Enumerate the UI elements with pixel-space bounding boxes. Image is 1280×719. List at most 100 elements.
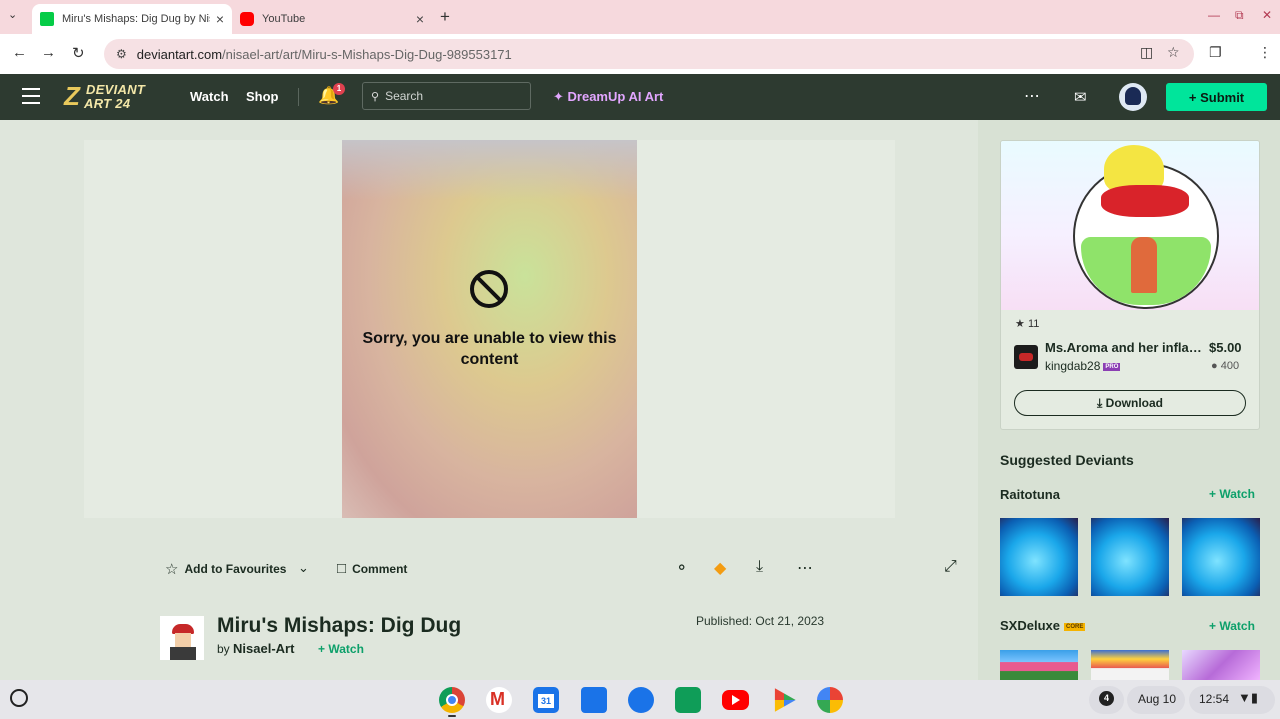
blocked-artwork[interactable]: Sorry, you are unable to view this conte… xyxy=(342,140,637,518)
site-info-icon[interactable]: ⚙ xyxy=(116,47,127,61)
more-options-icon[interactable]: ⋯ xyxy=(1024,86,1041,106)
back-icon[interactable]: ← xyxy=(12,44,27,61)
published-date: Published: Oct 21, 2023 xyxy=(696,614,825,628)
browser-tab-bar: ⌄ Miru's Mishaps: Dig Dug by Nis × YouTu… xyxy=(0,0,1280,34)
seller-name[interactable]: kingdab28 PRO xyxy=(1045,359,1121,373)
deviant-watch-button[interactable]: + Watch xyxy=(1209,619,1255,633)
byline: by Nisael-Art xyxy=(217,641,294,656)
new-tab-icon[interactable]: + xyxy=(440,7,450,27)
search-input[interactable] xyxy=(385,89,516,103)
close-tab-icon[interactable]: × xyxy=(216,11,224,27)
seller-avatar[interactable] xyxy=(1014,345,1038,369)
install-app-icon[interactable]: ◫ xyxy=(1140,44,1153,61)
deviant-thumbnail[interactable] xyxy=(1182,518,1260,596)
restore-icon[interactable]: ⧉ xyxy=(1235,8,1244,23)
badge-gem-icon[interactable]: ◆ xyxy=(714,558,726,578)
url-path: /nisael-art/art/Miru-s-Mishaps-Dig-Dug-9… xyxy=(222,46,512,62)
shop-item-price: $5.00 xyxy=(1209,340,1242,355)
photos-icon[interactable] xyxy=(817,687,843,713)
wifi-battery-icon: ▼▮ xyxy=(1238,690,1259,705)
core-badge: CORE xyxy=(1063,623,1086,631)
nav-shop[interactable]: Shop xyxy=(246,89,279,104)
deviant-name[interactable]: Raitotuna xyxy=(1000,487,1060,502)
nav-watch[interactable]: Watch xyxy=(190,89,229,104)
submit-button[interactable]: + Submit xyxy=(1166,83,1267,111)
deviant-thumbnail[interactable] xyxy=(1091,518,1169,596)
pro-badge: PRO xyxy=(1103,363,1121,371)
notification-badge: 1 xyxy=(333,83,345,95)
chrome-icon[interactable] xyxy=(439,687,465,713)
search-icon: ⚲ xyxy=(371,90,380,103)
extensions-icon[interactable]: ❐ xyxy=(1209,44,1222,61)
tray-time: 12:54 xyxy=(1199,692,1230,706)
close-tab-icon[interactable]: × xyxy=(416,11,424,27)
forward-icon[interactable]: → xyxy=(41,44,56,61)
address-bar[interactable]: ⚙ deviantart.com/nisael-art/art/Miru-s-M… xyxy=(104,39,1194,69)
close-window-icon[interactable]: ✕ xyxy=(1262,8,1272,22)
deviant-thumbnail[interactable] xyxy=(1091,650,1169,680)
deviant-watch-button[interactable]: + Watch xyxy=(1209,487,1255,501)
play-store-icon[interactable] xyxy=(774,688,796,712)
url-domain: deviantart.com xyxy=(136,46,223,62)
tab-title: YouTube xyxy=(262,13,306,25)
tab-title: Miru's Mishaps: Dig Dug by Nis xyxy=(62,13,210,25)
favourites-count: ★ 11 xyxy=(1015,317,1039,330)
favourite-star-icon: ★ xyxy=(1015,318,1025,330)
by-label: by xyxy=(217,642,230,656)
add-to-favourites-button[interactable]: ☆ Add to Favourites xyxy=(165,560,286,578)
gmail-icon[interactable] xyxy=(486,687,512,713)
comment-button[interactable]: □ Comment xyxy=(337,560,407,577)
author-avatar[interactable] xyxy=(160,616,204,660)
logo-text-line1: DEVIANT xyxy=(86,82,146,97)
dreamup-link[interactable]: ✦ DreamUp AI Art xyxy=(553,89,663,105)
download-icon[interactable]: ⤓ xyxy=(756,558,763,576)
reload-icon[interactable]: ↻ xyxy=(72,44,85,62)
watch-label: Watch xyxy=(1219,619,1255,633)
shop-item-title[interactable]: Ms.Aroma and her inflated xyxy=(1045,340,1203,355)
author-link[interactable]: Nisael-Art xyxy=(233,641,294,656)
divider xyxy=(298,88,299,106)
shop-item-thumbnail[interactable] xyxy=(1001,141,1259,310)
points-icon: ● xyxy=(1211,360,1218,372)
add-fav-label: Add to Favourites xyxy=(184,562,287,576)
deviant-thumbnail[interactable] xyxy=(1000,650,1078,680)
more-actions-icon[interactable]: ⋯ xyxy=(797,558,813,578)
search-box[interactable]: ⚲ xyxy=(362,82,531,110)
chevron-down-icon[interactable]: ⌄ xyxy=(298,560,309,576)
suggested-deviants-heading: Suggested Deviants xyxy=(1000,452,1134,468)
comment-icon: □ xyxy=(337,560,347,577)
main-content: Sorry, you are unable to view this conte… xyxy=(0,120,978,680)
messages-icon[interactable] xyxy=(628,687,654,713)
bookmark-star-icon[interactable]: ☆ xyxy=(1167,44,1180,61)
shop-item-card[interactable]: ★ 11 Ms.Aroma and her inflated $5.00 kin… xyxy=(1000,140,1260,430)
youtube-favicon-icon xyxy=(240,12,254,26)
logo-text-line2: ART 24 xyxy=(84,96,131,111)
hamburger-menu-icon[interactable] xyxy=(22,88,40,104)
tab-deviantart[interactable]: Miru's Mishaps: Dig Dug by Nis × xyxy=(32,4,232,34)
download-button[interactable]: ⤓ Download xyxy=(1014,390,1246,416)
points-value: 400 xyxy=(1220,360,1240,372)
deviant-thumbnail[interactable] xyxy=(1000,518,1078,596)
dreamup-label: DreamUp AI Art xyxy=(567,89,664,104)
browser-menu-icon[interactable]: ⋮ xyxy=(1258,44,1272,61)
blocked-message: Sorry, you are unable to view this conte… xyxy=(362,330,617,368)
launcher-icon[interactable] xyxy=(10,689,28,707)
tab-search-chevron-icon[interactable]: ⌄ xyxy=(8,8,17,21)
star-icon: ☆ xyxy=(165,561,179,578)
watch-author-button[interactable]: + Watch xyxy=(318,642,364,656)
expand-icon[interactable]: ⤢ xyxy=(944,558,957,576)
right-sidebar: ★ 11 Ms.Aroma and her inflated $5.00 kin… xyxy=(978,120,1280,680)
deviant-name[interactable]: SXDeluxe CORE xyxy=(1000,618,1086,633)
deviantart-z-icon: Z xyxy=(64,81,81,111)
download-label: Download xyxy=(1105,395,1163,410)
gift-icon[interactable]: ⚬ xyxy=(675,558,688,578)
tab-youtube[interactable]: YouTube × xyxy=(232,4,432,34)
youtube-icon[interactable] xyxy=(722,690,749,710)
mail-icon[interactable]: ✉ xyxy=(1074,88,1087,106)
calendar-icon[interactable] xyxy=(533,687,559,713)
minimize-icon[interactable]: — xyxy=(1208,8,1220,22)
meet-icon[interactable] xyxy=(675,687,701,713)
deviant-thumbnail[interactable] xyxy=(1182,650,1260,680)
user-avatar[interactable] xyxy=(1119,83,1147,111)
files-icon[interactable] xyxy=(581,687,607,713)
